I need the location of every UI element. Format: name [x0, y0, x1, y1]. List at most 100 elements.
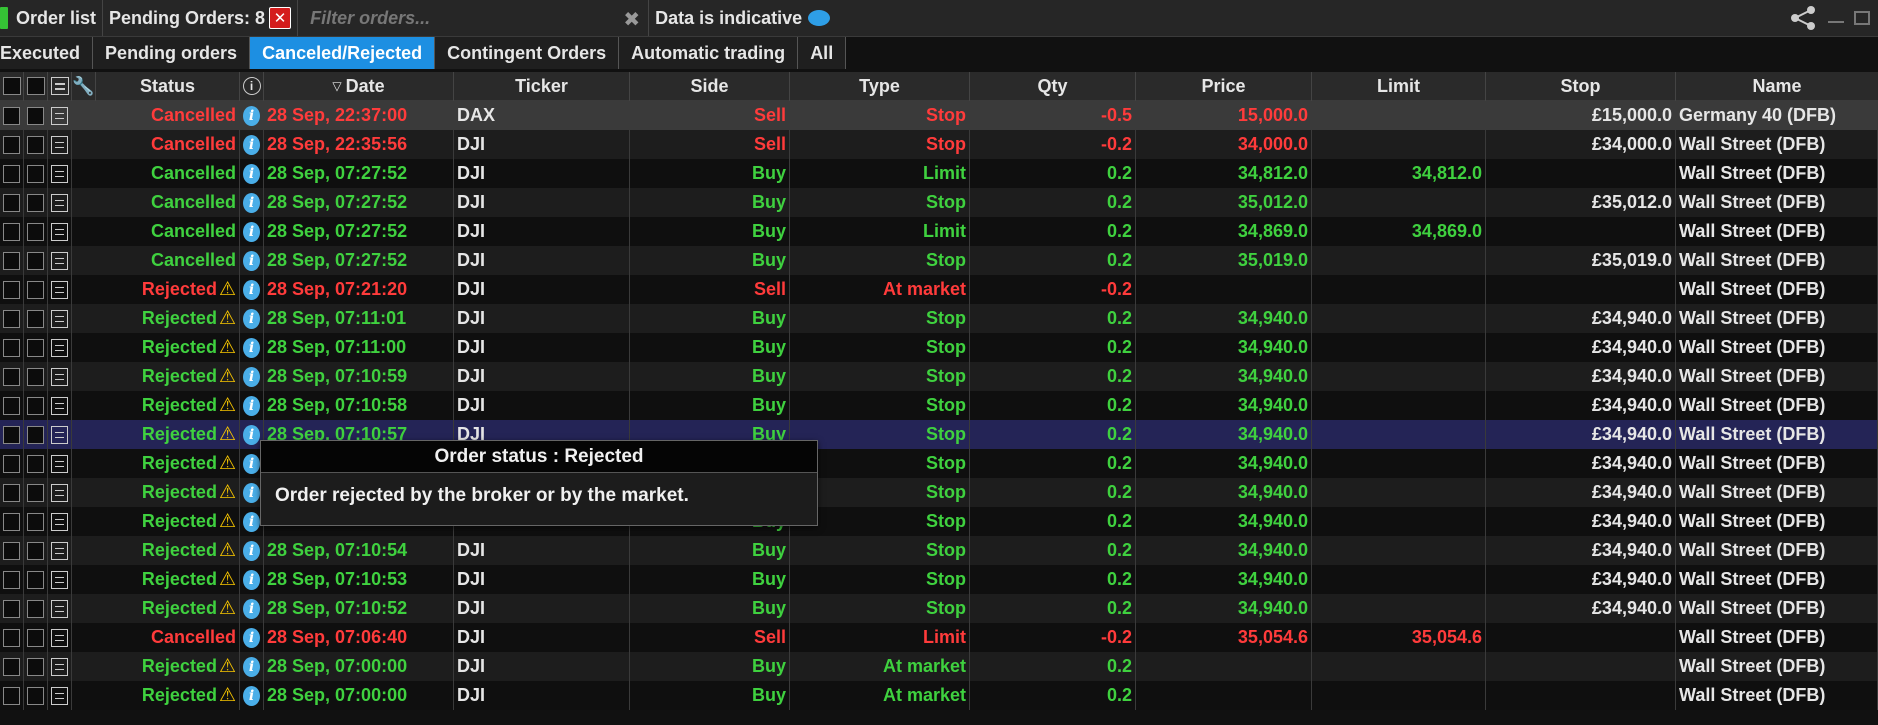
tab-all[interactable]: All [798, 37, 847, 69]
row-document-icon[interactable] [51, 570, 68, 589]
row-select-icon[interactable] [3, 367, 20, 386]
table-row[interactable]: Rejected ⚠ i 28 Sep, 07:00:00 DJI Buy At marke… [0, 681, 1878, 710]
row-document-icon[interactable] [51, 483, 68, 502]
row-edit-icon[interactable] [27, 628, 44, 647]
tab-executed[interactable]: Executed [0, 37, 94, 69]
table-row[interactable]: Rejected ⚠ i 28 Sep, 07:10:53 DJI Buy Stop 0.2 3… [0, 565, 1878, 594]
table-row[interactable]: Cancelled i 28 Sep, 07:27:52 DJI Buy Stop 0.2 3… [0, 188, 1878, 217]
info-icon[interactable]: i [243, 250, 260, 271]
info-icon[interactable]: i [243, 569, 260, 590]
row-select-icon[interactable] [3, 483, 20, 502]
share-icon[interactable] [1788, 3, 1818, 33]
table-row[interactable]: Rejected ⚠ i 28 Sep, 07:10:54 DJI Buy Stop 0.2 3… [0, 536, 1878, 565]
row-select-icon[interactable] [3, 512, 20, 531]
col-side[interactable]: Side [630, 71, 790, 101]
row-edit-icon[interactable] [27, 106, 44, 125]
tab-pending-orders[interactable]: Pending orders [93, 37, 251, 69]
info-icon[interactable]: i [243, 163, 260, 184]
tab-contingent-orders[interactable]: Contingent Orders [435, 37, 620, 69]
info-icon[interactable]: i [243, 337, 260, 358]
row-select-icon[interactable] [3, 251, 20, 270]
col-info[interactable]: i [240, 71, 264, 101]
table-row[interactable]: Cancelled i 28 Sep, 22:35:56 DJI Sell Stop -0.… [0, 130, 1878, 159]
row-document-icon[interactable] [51, 367, 68, 386]
row-select-icon[interactable] [3, 425, 20, 444]
row-select-icon[interactable] [3, 338, 20, 357]
info-icon[interactable]: i [243, 279, 260, 300]
col-edit[interactable] [24, 71, 48, 101]
row-document-icon[interactable] [51, 628, 68, 647]
row-document-icon[interactable] [51, 686, 68, 705]
row-edit-icon[interactable] [27, 338, 44, 357]
table-row[interactable]: Cancelled i 28 Sep, 07:27:52 DJI Buy Limit 0.2… [0, 217, 1878, 246]
table-row[interactable]: Rejected ⚠ i 28 Sep, 07:00:00 DJI Buy At marke… [0, 652, 1878, 681]
row-document-icon[interactable] [51, 135, 68, 154]
info-icon[interactable]: i [243, 482, 260, 503]
row-document-icon[interactable] [51, 222, 68, 241]
row-document-icon[interactable] [51, 338, 68, 357]
row-edit-icon[interactable] [27, 280, 44, 299]
info-icon[interactable]: i [243, 134, 260, 155]
row-select-icon[interactable] [3, 280, 20, 299]
col-stop[interactable]: Stop [1486, 71, 1676, 101]
row-document-icon[interactable] [51, 512, 68, 531]
info-icon[interactable]: i [243, 105, 260, 126]
row-select-icon[interactable] [3, 106, 20, 125]
col-select[interactable] [0, 71, 24, 101]
row-document-icon[interactable] [51, 425, 68, 444]
row-select-icon[interactable] [3, 541, 20, 560]
col-limit[interactable]: Limit [1312, 71, 1486, 101]
table-row[interactable]: Rejected ⚠ i 28 Sep, 07:10:59 DJI Buy Stop 0.2 3… [0, 362, 1878, 391]
row-document-icon[interactable] [51, 280, 68, 299]
row-select-icon[interactable] [3, 599, 20, 618]
row-edit-icon[interactable] [27, 396, 44, 415]
pending-orders-cell[interactable]: Pending Orders: 8 ✕ [103, 0, 299, 36]
info-icon[interactable]: i [243, 627, 260, 648]
row-edit-icon[interactable] [27, 222, 44, 241]
row-edit-icon[interactable] [27, 512, 44, 531]
tab-automatic-trading[interactable]: Automatic trading [619, 37, 799, 69]
info-icon[interactable]: i [243, 511, 260, 532]
table-row[interactable]: Cancelled i 28 Sep, 07:27:52 DJI Buy Limit 0.2… [0, 159, 1878, 188]
row-edit-icon[interactable] [27, 657, 44, 676]
tab-canceled-rejected[interactable]: Canceled/Rejected [250, 37, 436, 69]
info-icon[interactable]: i [243, 395, 260, 416]
col-qty[interactable]: Qty [970, 71, 1136, 101]
row-edit-icon[interactable] [27, 367, 44, 386]
filter-input[interactable] [308, 6, 603, 30]
row-document-icon[interactable] [51, 599, 68, 618]
col-status[interactable]: Status [96, 71, 240, 101]
row-select-icon[interactable] [3, 454, 20, 473]
info-icon[interactable]: i [243, 685, 260, 706]
row-document-icon[interactable] [51, 454, 68, 473]
row-select-icon[interactable] [3, 309, 20, 328]
table-row[interactable]: Cancelled i 28 Sep, 07:27:52 DJI Buy Stop 0.2 3… [0, 246, 1878, 275]
chat-bubble-icon[interactable] [808, 10, 831, 26]
row-select-icon[interactable] [3, 222, 20, 241]
table-row[interactable]: Rejected ⚠ i 28 Sep, 07:21:20 DJI Sell At mark… [0, 275, 1878, 304]
col-date[interactable]: ▽ Date [264, 71, 454, 101]
row-select-icon[interactable] [3, 686, 20, 705]
row-document-icon[interactable] [51, 106, 68, 125]
row-edit-icon[interactable] [27, 193, 44, 212]
row-edit-icon[interactable] [27, 164, 44, 183]
table-row[interactable]: Rejected ⚠ i 28 Sep, 07:11:01 DJI Buy Stop 0.2 3… [0, 304, 1878, 333]
row-edit-icon[interactable] [27, 135, 44, 154]
info-icon[interactable]: i [243, 424, 260, 445]
row-document-icon[interactable] [51, 164, 68, 183]
info-icon[interactable]: i [243, 453, 260, 474]
col-tools[interactable]: 🔧 [72, 71, 96, 101]
row-select-icon[interactable] [3, 628, 20, 647]
table-row[interactable]: Rejected ⚠ i 28 Sep, 07:10:52 DJI Buy Stop 0.2 3… [0, 594, 1878, 623]
row-document-icon[interactable] [51, 251, 68, 270]
col-price[interactable]: Price [1136, 71, 1312, 101]
restore-icon[interactable] [1854, 11, 1870, 25]
row-select-icon[interactable] [3, 135, 20, 154]
row-edit-icon[interactable] [27, 425, 44, 444]
info-icon[interactable]: i [243, 221, 260, 242]
info-icon[interactable]: i [243, 656, 260, 677]
info-icon[interactable]: i [243, 192, 260, 213]
row-select-icon[interactable] [3, 193, 20, 212]
row-edit-icon[interactable] [27, 251, 44, 270]
row-document-icon[interactable] [51, 309, 68, 328]
